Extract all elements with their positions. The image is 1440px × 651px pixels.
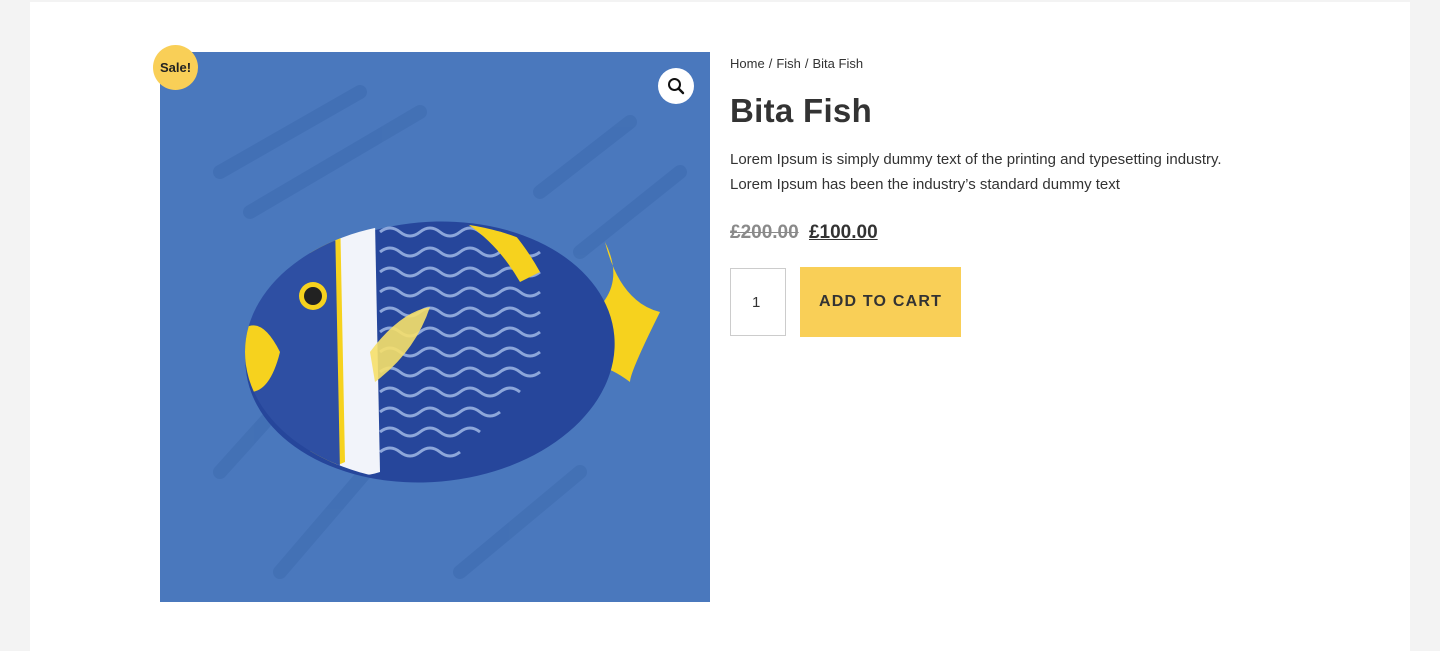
add-to-cart-button[interactable]: ADD TO CART bbox=[800, 267, 961, 337]
product-description: Lorem Ipsum is simply dummy text of the … bbox=[730, 147, 1290, 197]
breadcrumb-separator: / bbox=[768, 56, 773, 71]
breadcrumb: Home / Fish / Bita Fish bbox=[730, 55, 1290, 73]
breadcrumb-category[interactable]: Fish bbox=[776, 56, 801, 71]
product-title: Bita Fish bbox=[730, 92, 873, 129]
magnifier-icon bbox=[668, 78, 685, 95]
sale-badge: Sale! bbox=[153, 45, 198, 90]
description-line: Lorem Ipsum is simply dummy text of the … bbox=[730, 151, 1222, 168]
fish-illustration bbox=[213, 85, 687, 579]
page-container: Sale! Home / Fish / Bita Fish Bita Fish … bbox=[30, 2, 1410, 651]
sale-price: £100.00 bbox=[808, 222, 878, 243]
product-summary: Home / Fish / Bita Fish Bita Fish Lorem Ipsu… bbox=[730, 52, 1290, 337]
zoom-button[interactable] bbox=[658, 68, 694, 104]
product-image[interactable] bbox=[160, 52, 710, 602]
quantity-input[interactable] bbox=[730, 268, 786, 336]
old-price: £200.00 bbox=[730, 222, 799, 243]
breadcrumb-home[interactable]: Home bbox=[730, 56, 765, 71]
description-line: Lorem Ipsum has been the industry’s stan… bbox=[730, 176, 1120, 193]
breadcrumb-separator: / bbox=[804, 56, 809, 71]
breadcrumb-current: Bita Fish bbox=[812, 56, 864, 71]
price: £200.00 £100.00 bbox=[730, 220, 1290, 246]
add-to-cart-form: ADD TO CART bbox=[730, 267, 961, 337]
